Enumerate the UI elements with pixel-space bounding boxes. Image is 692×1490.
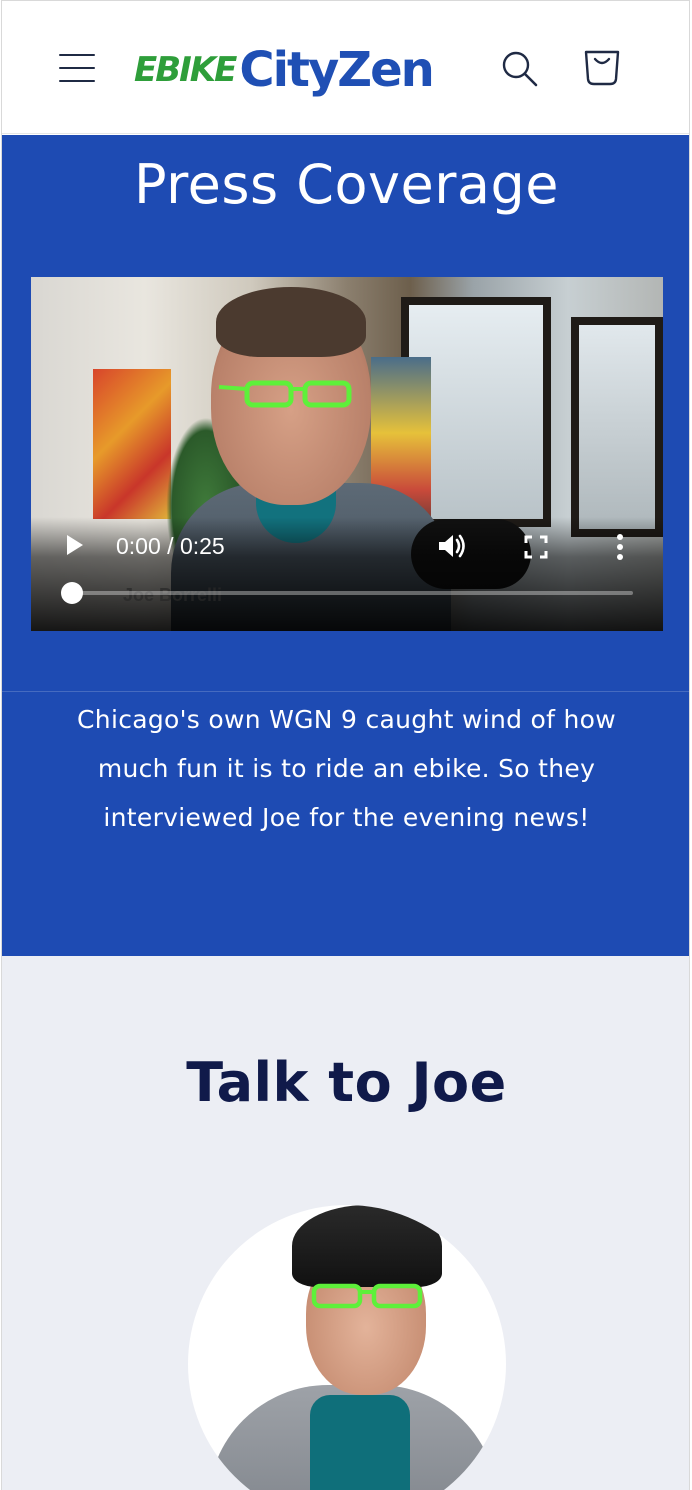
video-progress-thumb[interactable] (61, 582, 83, 604)
video-lower-third: Joe Borrelli (123, 585, 223, 605)
play-button[interactable] (64, 532, 86, 558)
fullscreen-button[interactable] (524, 535, 548, 559)
avatar-shirt (310, 1395, 410, 1490)
interviewee-hair (216, 287, 366, 357)
menu-icon-bar (59, 67, 95, 69)
fullscreen-icon (524, 535, 548, 559)
menu-button[interactable] (54, 47, 100, 87)
logo-cityzen-text: CityZen (239, 42, 434, 98)
logo-ebike-text: EBIKE (134, 50, 237, 90)
page-frame: EBIKE CityZen Press Coverage Joe Borrell… (1, 0, 690, 1490)
more-vert-icon (617, 534, 623, 560)
duration: 0:25 (179, 533, 225, 559)
menu-icon-bar (59, 54, 95, 56)
play-icon (67, 535, 83, 555)
press-coverage-title: Press Coverage (134, 153, 559, 216)
cart-icon (584, 50, 620, 86)
section-divider (2, 691, 689, 692)
cart-button[interactable] (581, 46, 623, 88)
video-frame-window (571, 317, 663, 537)
menu-icon-bar (59, 80, 95, 82)
glasses-icon (218, 380, 352, 408)
site-header: EBIKE CityZen (2, 1, 689, 134)
talk-to-joe-title: Talk to Joe (186, 1051, 507, 1114)
more-options-button[interactable] (613, 533, 627, 561)
bike-helmet-icon (292, 1205, 442, 1287)
search-icon (502, 51, 538, 87)
volume-button[interactable] (437, 532, 467, 560)
video-frame-painting (93, 369, 171, 519)
video-player[interactable]: Joe Borrelli 0:00 / 0:25 (31, 277, 663, 631)
talk-to-joe-section: Talk to Joe (2, 956, 689, 1490)
current-time: 0:00 (116, 533, 161, 559)
press-description: Chicago's own WGN 9 caught wind of how m… (77, 705, 616, 832)
video-progress-bar[interactable] (71, 591, 633, 595)
site-logo[interactable]: EBIKE CityZen (134, 37, 435, 103)
glasses-icon (311, 1283, 423, 1309)
video-time-display: 0:00 / 0:25 (116, 533, 225, 560)
joe-avatar (188, 1205, 506, 1490)
press-coverage-section: Press Coverage Joe Borrelli 0:00 / 0:25 … (2, 135, 689, 956)
search-button[interactable] (499, 48, 539, 88)
time-separator: / (160, 533, 180, 559)
volume-icon (439, 534, 465, 558)
